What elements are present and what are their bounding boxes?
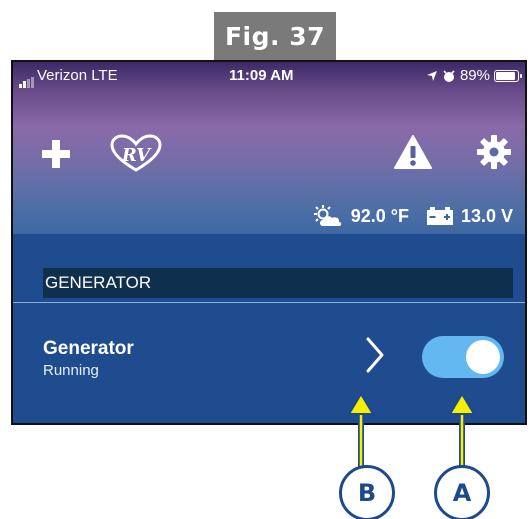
section-title: GENERATOR	[45, 273, 152, 292]
warning-icon[interactable]	[393, 134, 433, 170]
callout-a-pointer	[448, 392, 476, 470]
battery-voltage-icon	[426, 207, 453, 225]
chevron-right-icon[interactable]	[364, 335, 386, 375]
temperature-readout: 92.0 °F	[350, 205, 409, 226]
battery-percent: 89%	[459, 67, 490, 84]
alarm-clock-icon	[443, 69, 455, 82]
figure-page: Fig. 37 Verizon LTE 11:09 AM 89% RV 92.0…	[0, 0, 530, 519]
generator-toggle[interactable]	[422, 336, 504, 378]
signal-icon	[19, 71, 35, 88]
clock-time: 11:09 AM	[229, 67, 294, 84]
battery-icon	[494, 69, 522, 82]
callout-a-label: A	[434, 465, 490, 519]
rv-heart-logo[interactable]: RV	[109, 134, 163, 174]
status-right: 89%	[426, 67, 522, 84]
svg-text:RV: RV	[121, 145, 152, 166]
location-arrow-icon	[426, 70, 437, 81]
section-divider	[13, 302, 525, 303]
sun-cloud-icon	[313, 205, 341, 226]
phone-screen: Verizon LTE 11:09 AM 89% RV 92.0 °F 13.0…	[11, 60, 527, 425]
callout-b-label: B	[339, 465, 395, 519]
plus-icon[interactable]	[39, 137, 73, 171]
status-bar: Verizon LTE 11:09 AM 89%	[13, 62, 525, 90]
generator-status: Running	[43, 362, 99, 379]
figure-label: Fig. 37	[214, 12, 336, 60]
carrier-label: Verizon LTE	[37, 67, 118, 84]
generator-title: Generator	[43, 338, 134, 359]
gear-icon[interactable]	[476, 134, 512, 170]
toggle-knob	[466, 340, 500, 374]
voltage-readout: 13.0 V	[460, 205, 513, 226]
header-readouts: 92.0 °F 13.0 V	[311, 204, 513, 228]
callout-b-pointer	[347, 392, 375, 470]
section-header: GENERATOR	[43, 268, 513, 298]
